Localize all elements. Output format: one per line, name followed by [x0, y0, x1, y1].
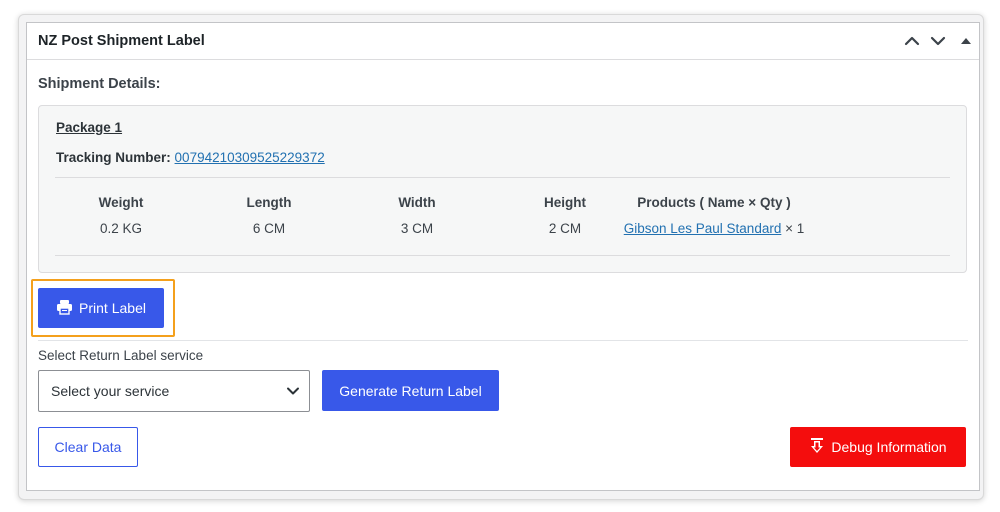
shipment-details-title: Shipment Details: [38, 76, 161, 92]
package-title: Package 1 [56, 120, 123, 135]
debug-information-text: Debug Information [831, 439, 947, 455]
width-column: Width 3 CM [377, 195, 457, 236]
product-qty: × 1 [781, 221, 805, 236]
select-value: Select your service [51, 383, 170, 399]
divider [38, 340, 968, 341]
tracking-label: Tracking Number: [56, 150, 171, 165]
return-label-service-label: Select Return Label service [38, 348, 204, 363]
length-column: Length 6 CM [229, 195, 309, 236]
clear-data-button[interactable]: Clear Data [38, 427, 138, 467]
print-label-button[interactable]: Print Label [38, 288, 164, 328]
chevron-down-icon [285, 384, 301, 403]
products-column: Products ( Name × Qty ) Gibson Les Paul … [599, 195, 829, 236]
divider [55, 177, 950, 178]
divider [55, 255, 950, 256]
length-value: 6 CM [252, 221, 286, 236]
toggle-arrow-icon[interactable] [956, 32, 976, 50]
debug-information-button[interactable]: Debug Information [790, 427, 966, 467]
shipment-label-panel: NZ Post Shipment Label Shipment Details:… [26, 22, 980, 491]
tracking-row: Tracking Number: 00794210309525229372 [56, 150, 325, 165]
printer-icon [56, 299, 73, 318]
product-link[interactable]: Gibson Les Paul Standard [624, 221, 782, 236]
width-value: 3 CM [400, 221, 434, 236]
chevron-up-icon[interactable] [902, 32, 922, 50]
generate-return-label-button[interactable]: Generate Return Label [322, 370, 499, 411]
width-header: Width [398, 195, 436, 210]
height-value: 2 CM [548, 221, 582, 236]
chevron-down-icon[interactable] [928, 32, 948, 50]
height-column: Height 2 CM [525, 195, 605, 236]
tracking-number-link[interactable]: 00794210309525229372 [175, 150, 325, 165]
package-card: Package 1 Tracking Number: 0079421030952… [38, 105, 967, 273]
weight-value: 0.2 KG [99, 221, 143, 236]
length-header: Length [246, 195, 292, 210]
height-header: Height [544, 195, 586, 210]
return-service-select[interactable]: Select your service [38, 370, 310, 412]
print-label-text: Print Label [79, 300, 146, 316]
weight-column: Weight 0.2 KG [81, 195, 161, 236]
products-header: Products ( Name × Qty ) [637, 195, 791, 210]
download-icon [809, 437, 825, 457]
panel-title: NZ Post Shipment Label [38, 33, 205, 49]
product-row: Gibson Les Paul Standard × 1 [599, 221, 829, 236]
weight-header: Weight [98, 195, 144, 210]
panel-header: NZ Post Shipment Label [27, 23, 979, 60]
